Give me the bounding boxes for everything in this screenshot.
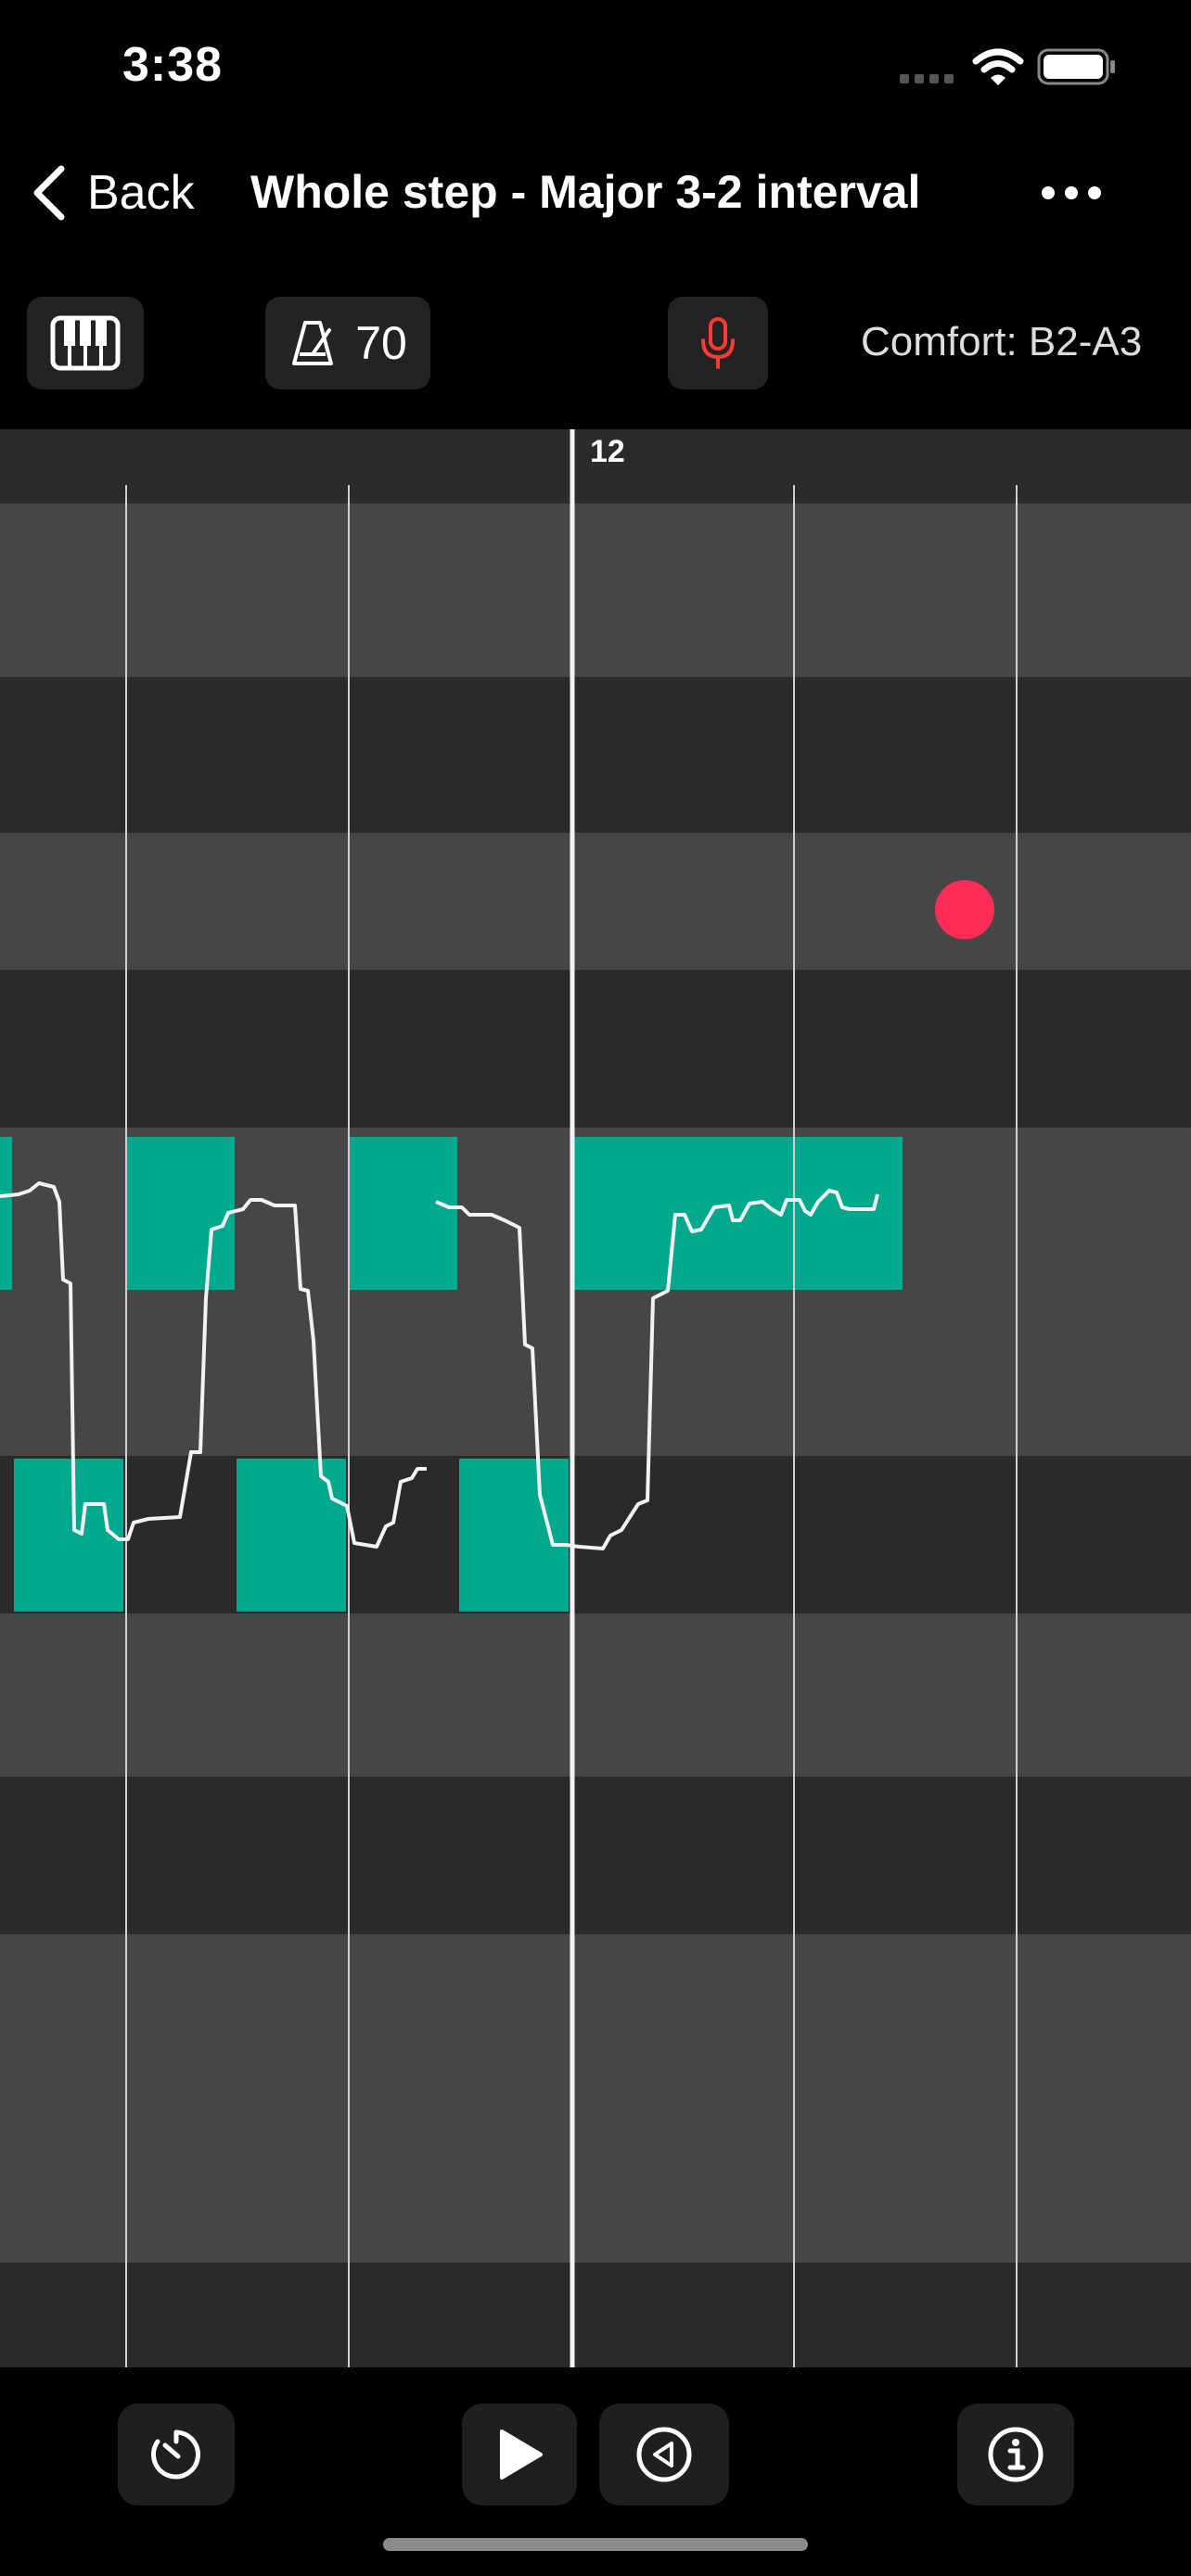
piano-icon: [50, 315, 121, 371]
pitch-row: [0, 504, 1191, 677]
back-button[interactable]: Back: [32, 156, 195, 230]
pitch-row: [0, 970, 1191, 1128]
ellipsis-icon: [1042, 186, 1101, 199]
play-button[interactable]: [462, 2404, 577, 2506]
microphone-icon: [701, 317, 735, 369]
record-indicator: [935, 880, 994, 939]
tempo-value: 70: [355, 317, 407, 369]
page-title: Whole step - Major 3-2 interval: [250, 166, 921, 218]
info-button[interactable]: [957, 2404, 1074, 2506]
timer-button[interactable]: [118, 2404, 235, 2506]
pitch-row: [0, 2263, 1191, 2367]
piano-button[interactable]: [27, 297, 144, 389]
note-block[interactable]: [348, 1137, 457, 1290]
wifi-icon: [972, 48, 1024, 85]
pitch-row: [0, 677, 1191, 833]
measure-number: 12: [590, 434, 625, 469]
chevron-left-icon: [33, 165, 65, 221]
signal-icon: [900, 74, 954, 83]
rewind-icon: [636, 2427, 692, 2482]
rewind-button[interactable]: [599, 2404, 729, 2506]
pitch-row: [0, 1934, 1191, 2263]
pitch-row: [0, 833, 1191, 970]
pitch-row: [0, 1777, 1191, 1934]
note-block[interactable]: [125, 1137, 235, 1290]
note-block[interactable]: [14, 1459, 123, 1612]
info-icon: [988, 2427, 1044, 2482]
note-block[interactable]: [0, 1137, 12, 1290]
tempo-button[interactable]: 70: [265, 297, 430, 389]
timer-icon: [151, 2429, 200, 2480]
pitch-row: [0, 1613, 1191, 1777]
note-block[interactable]: [570, 1137, 903, 1290]
home-indicator[interactable]: [383, 2538, 808, 2551]
more-button[interactable]: [1039, 167, 1104, 223]
metronome-icon: [292, 321, 334, 365]
pitch-row: [0, 1456, 1191, 1613]
microphone-button[interactable]: [668, 297, 768, 389]
status-time: 3:38: [122, 38, 224, 92]
battery-icon: [1037, 48, 1115, 85]
back-label: Back: [87, 166, 195, 220]
piano-roll[interactable]: [0, 429, 1191, 2367]
play-icon: [500, 2429, 543, 2480]
comfort-range: Comfort: B2-A3: [861, 319, 1143, 364]
